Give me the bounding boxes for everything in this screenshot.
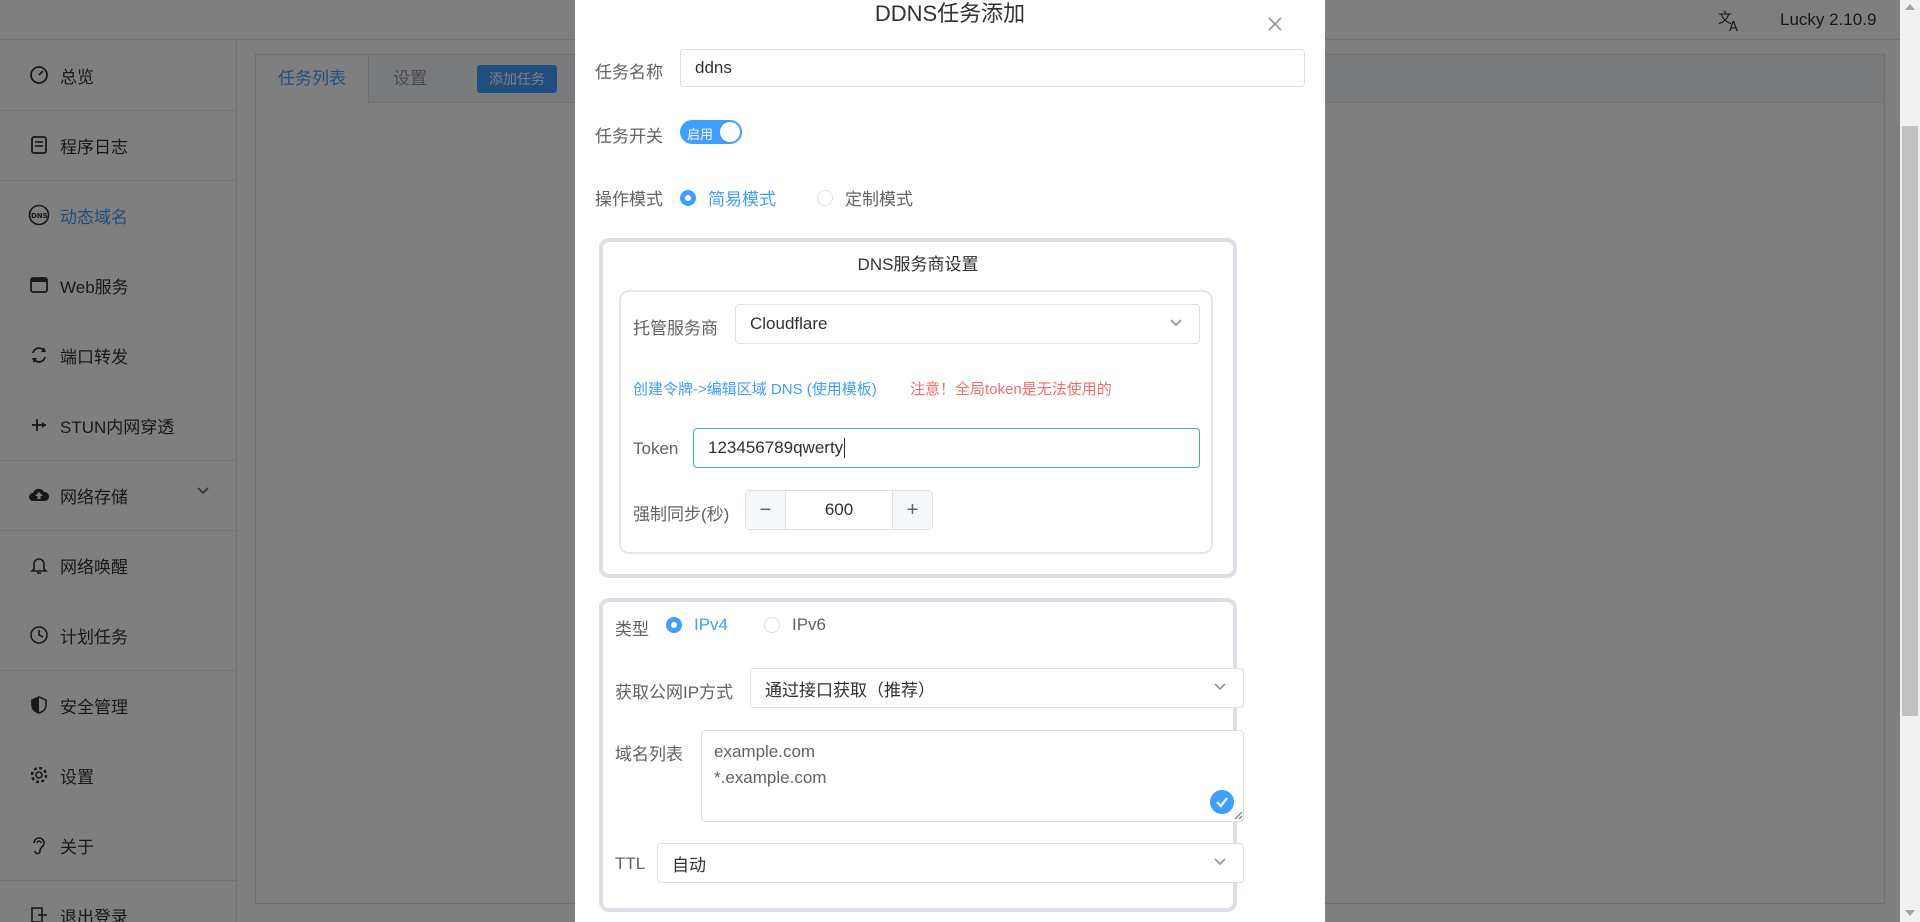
dialog-title: DDNS任务添加 [874,1,1026,26]
toggle-knob [720,122,740,142]
radio-label: 定制模式 [845,190,913,209]
create-token-link[interactable]: 创建令牌->编辑区域 DNS (使用模板) [633,378,877,399]
increment-button[interactable]: + [892,491,932,529]
check-icon [1210,790,1234,814]
type-label: 类型 [615,620,649,639]
radio-dot [666,617,682,633]
task-name-input[interactable]: ddns [680,49,1305,87]
ip-method-label: 获取公网IP方式 [615,683,734,702]
scroll-up-icon[interactable] [1905,4,1915,10]
domain-line: *.example.com [714,768,827,787]
token-value: 123456789qwerty [708,438,844,457]
ip-method-select[interactable]: 通过接口获取（推荐） [750,668,1244,708]
radio-label: IPv6 [792,615,827,634]
text-caret [844,438,846,458]
task-switch-label: 任务开关 [595,127,663,146]
decrement-button[interactable]: − [746,491,786,529]
chevron-down-icon [1170,319,1182,327]
domains-textarea[interactable]: example.com *.example.com [701,730,1244,822]
force-sync-stepper[interactable]: − 600 + [745,490,933,530]
provider-select[interactable]: Cloudflare [735,304,1200,344]
ttl-select[interactable]: 自动 [657,843,1244,883]
mode-label: 操作模式 [595,190,663,209]
token-warning: 注意！全局token是无法使用的 [910,381,1112,398]
token-input[interactable]: 123456789qwerty [693,428,1200,468]
chevron-down-icon [1214,683,1226,691]
domains-label: 域名列表 [615,745,683,764]
task-enable-toggle[interactable]: 启用 [680,120,742,144]
chevron-down-icon [1214,858,1226,866]
task-name-label: 任务名称 [595,63,663,82]
task-name-value: ddns [695,58,732,77]
radio-label: IPv4 [694,615,729,634]
ttl-value: 自动 [672,855,706,875]
token-label: Token [633,439,679,458]
resize-handle-icon[interactable] [1233,810,1243,820]
force-sync-value[interactable]: 600 [786,491,892,529]
dns-settings-title: DNS服务商设置 [857,255,979,274]
radio-dot [680,189,696,206]
force-sync-label: 强制同步(秒) [633,505,730,524]
ip-method-value: 通过接口获取（推荐） [765,680,935,700]
radio-dot [764,617,780,633]
provider-value: Cloudflare [750,314,828,333]
mode-simple-radio[interactable]: 简易模式 [680,185,776,210]
scroll-down-icon[interactable] [1905,910,1915,916]
toggle-text: 启用 [687,127,714,142]
provider-label: 托管服务商 [633,319,718,338]
ddns-task-dialog: DDNS任务添加 任务名称 ddns 任务开关 启用 操作模式 简易模式 定制模… [575,0,1325,922]
scrollbar-thumb[interactable] [1902,126,1918,716]
type-ipv4-radio[interactable]: IPv4 [666,615,728,635]
ttl-label: TTL [615,854,646,873]
radio-dot [817,189,833,206]
type-ipv6-radio[interactable]: IPv6 [764,615,826,635]
close-icon[interactable] [1265,14,1285,34]
domain-line: example.com [714,742,816,761]
radio-label: 简易模式 [708,190,776,209]
mode-custom-radio[interactable]: 定制模式 [817,185,913,210]
